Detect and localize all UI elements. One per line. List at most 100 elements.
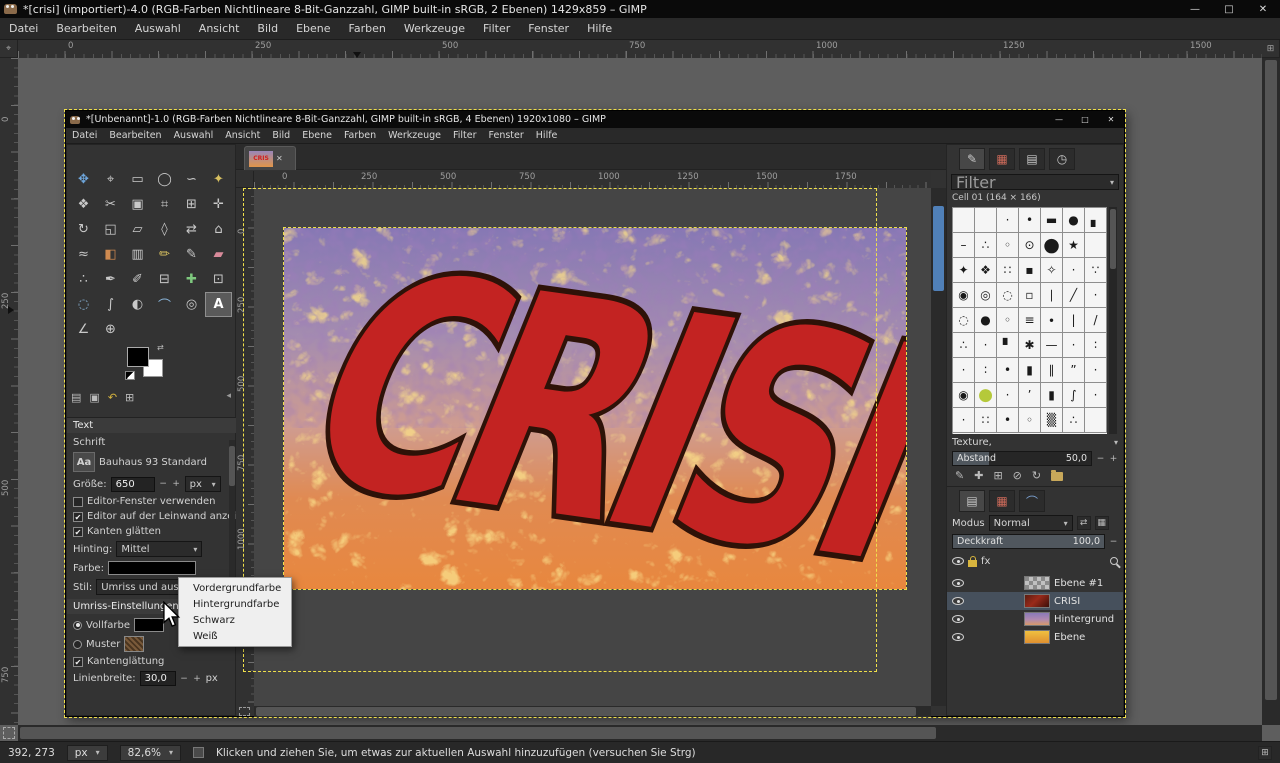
brush-cell[interactable]: ✱ [1019, 333, 1041, 358]
brush-cell[interactable]: · [997, 383, 1019, 408]
brush-cell[interactable]: ◦ [997, 308, 1019, 333]
brush-cell[interactable]: · [1085, 383, 1107, 408]
brush-cell[interactable]: ▖ [1085, 208, 1107, 233]
mode-switch-icon[interactable]: ⇄ [1077, 516, 1091, 530]
quick-mask-toggle[interactable] [3, 727, 15, 739]
lock-pixels-eye-icon[interactable] [952, 557, 964, 565]
visibility-eye-icon[interactable] [952, 615, 964, 623]
tool-paths[interactable]: ⌒ [151, 292, 178, 317]
brush-cell[interactable]: ∴ [975, 233, 997, 258]
menu-item-bearbeiten[interactable]: Bearbeiten [103, 129, 167, 142]
menu-item-auswahl[interactable]: Auswahl [168, 129, 220, 142]
brush-cell[interactable]: ∙ [1041, 308, 1063, 333]
outer-canvas[interactable]: *[Unbenannt]-1.0 (RGB-Farben Nichtlinear… [18, 58, 1262, 725]
brush-cell[interactable]: ◦ [1019, 408, 1041, 433]
brush-cell[interactable]: / [1085, 308, 1107, 333]
menu-item-datei[interactable]: Datei [0, 20, 47, 37]
brush-cell[interactable]: ’ [1019, 383, 1041, 408]
brush-cell[interactable]: ∷ [975, 408, 997, 433]
brush-cell[interactable]: ● [1041, 233, 1063, 258]
minimize-icon[interactable]: — [1178, 4, 1212, 15]
tool-ink[interactable]: ✒ [97, 267, 124, 292]
patterns-tab-icon[interactable]: ▦ [989, 148, 1015, 170]
layer-row[interactable]: Hintergrund [947, 610, 1123, 628]
visibility-eye-icon[interactable] [952, 597, 964, 605]
brush-cell[interactable]: · [953, 408, 975, 433]
lock-icon[interactable] [968, 560, 977, 567]
brush-cell[interactable]: ▬ [1041, 208, 1063, 233]
brush-cell[interactable]: · [1063, 333, 1085, 358]
tool-cage-transform[interactable]: ⌂ [205, 217, 232, 242]
unit-select[interactable]: px ▾ [67, 745, 108, 761]
tool-mypaint-brush[interactable]: ✐ [124, 267, 151, 292]
ruler-options-icon[interactable]: ⊞ [1262, 40, 1280, 58]
brush-cell[interactable]: ⊙ [1019, 233, 1041, 258]
brush-cell[interactable]: ◌ [953, 308, 975, 333]
brush-cell[interactable]: ✧ [1041, 258, 1063, 283]
tool-handle-transform[interactable]: ✛ [205, 192, 232, 217]
menu-item-werkzeuge[interactable]: Werkzeuge [395, 20, 474, 37]
layer-row[interactable]: Ebene [947, 628, 1123, 646]
opacity-slider[interactable]: Deckkraft 100,0 [952, 534, 1105, 549]
fx-label[interactable]: fx [981, 556, 990, 567]
tool-paintbrush[interactable]: ✎ [178, 242, 205, 267]
paths-tab-icon[interactable]: ⌒ [1019, 490, 1045, 512]
brush-cell[interactable]: ∵ [1085, 258, 1107, 283]
tool-gradient[interactable]: ▥ [124, 242, 151, 267]
brush-cell[interactable]: ≡ [1019, 308, 1041, 333]
brush-cell[interactable]: · [953, 358, 975, 383]
images-icon[interactable]: ⊞ [125, 391, 134, 404]
brush-cell[interactable]: ” [1063, 358, 1085, 383]
ruler-corner-icon[interactable]: ⌖ [0, 40, 18, 58]
layers-tab-icon[interactable]: ▤ [959, 490, 985, 512]
context-menu-item-weiß[interactable]: Weiß [179, 628, 291, 644]
visibility-eye-icon[interactable] [952, 579, 964, 587]
context-menu-item-schwarz[interactable]: Schwarz [179, 612, 291, 628]
delete-brush-icon[interactable]: ⊘ [1013, 469, 1022, 482]
brush-cell[interactable]: ▮ [1041, 383, 1063, 408]
brush-cell[interactable]: • [997, 408, 1019, 433]
menu-item-filter[interactable]: Filter [474, 20, 519, 37]
visibility-eye-icon[interactable] [952, 633, 964, 641]
brush-cell[interactable]: ◉ [953, 383, 975, 408]
tool-rotate[interactable]: ↻ [70, 217, 97, 242]
brush-cell[interactable]: ∷ [997, 258, 1019, 283]
brush-cell[interactable]: ▘ [997, 333, 1019, 358]
tool-bucket-fill[interactable]: ◧ [97, 242, 124, 267]
tool-rectangle-select[interactable]: ▭ [124, 167, 151, 192]
outer-vertical-ruler[interactable]: 0250500750 [0, 58, 18, 725]
brush-cell[interactable]: ∶ [1085, 333, 1107, 358]
menu-item-bild[interactable]: Bild [266, 129, 296, 142]
brush-cell[interactable]: ∶ [975, 358, 997, 383]
spacing-increase-icon[interactable]: + [1109, 454, 1118, 464]
tool-airbrush[interactable]: ∴ [70, 267, 97, 292]
outer-vertical-scrollbar[interactable] [1262, 58, 1280, 725]
brushes-tab-icon[interactable]: ✎ [959, 148, 985, 170]
context-menu-item-hintergrundfarbe[interactable]: Hintergrundfarbe [179, 596, 291, 612]
document-history-tab-icon[interactable]: ◷ [1049, 148, 1075, 170]
composite-icon[interactable]: ▦ [1095, 516, 1109, 530]
duplicate-brush-icon[interactable]: ⊞ [993, 469, 1002, 482]
tool-ellipse-select[interactable]: ◯ [151, 167, 178, 192]
brush-cell[interactable]: • [1019, 208, 1041, 233]
layer-row[interactable]: CRISI [947, 592, 1123, 610]
brush-cell[interactable]: · [1085, 358, 1107, 383]
menu-item-fenster[interactable]: Fenster [483, 129, 530, 142]
brush-cell[interactable]: ◦ [997, 233, 1019, 258]
brush-cell[interactable]: ∴ [1063, 408, 1085, 433]
tool-free-select[interactable]: ∽ [178, 167, 205, 192]
brush-cell[interactable]: ▪ [1019, 258, 1041, 283]
tool-blur-sharpen[interactable]: ◌ [70, 292, 97, 317]
tool-pencil[interactable]: ✏ [151, 242, 178, 267]
device-status-icon[interactable]: ▣ [89, 391, 99, 404]
tool-perspective-clone[interactable]: ⊡ [205, 267, 232, 292]
open-brush-folder-icon[interactable] [1051, 472, 1063, 481]
brush-cell[interactable]: ∴ [953, 333, 975, 358]
fonts-tab-icon[interactable]: ▤ [1019, 148, 1045, 170]
tool-text[interactable]: A [205, 292, 232, 317]
tool-measure[interactable]: ∠ [70, 317, 97, 342]
new-brush-icon[interactable]: ✚ [974, 469, 983, 482]
brush-cell[interactable] [975, 208, 997, 233]
brush-cell[interactable]: ▫ [1019, 283, 1041, 308]
undo-history-icon[interactable]: ↶ [108, 391, 117, 404]
